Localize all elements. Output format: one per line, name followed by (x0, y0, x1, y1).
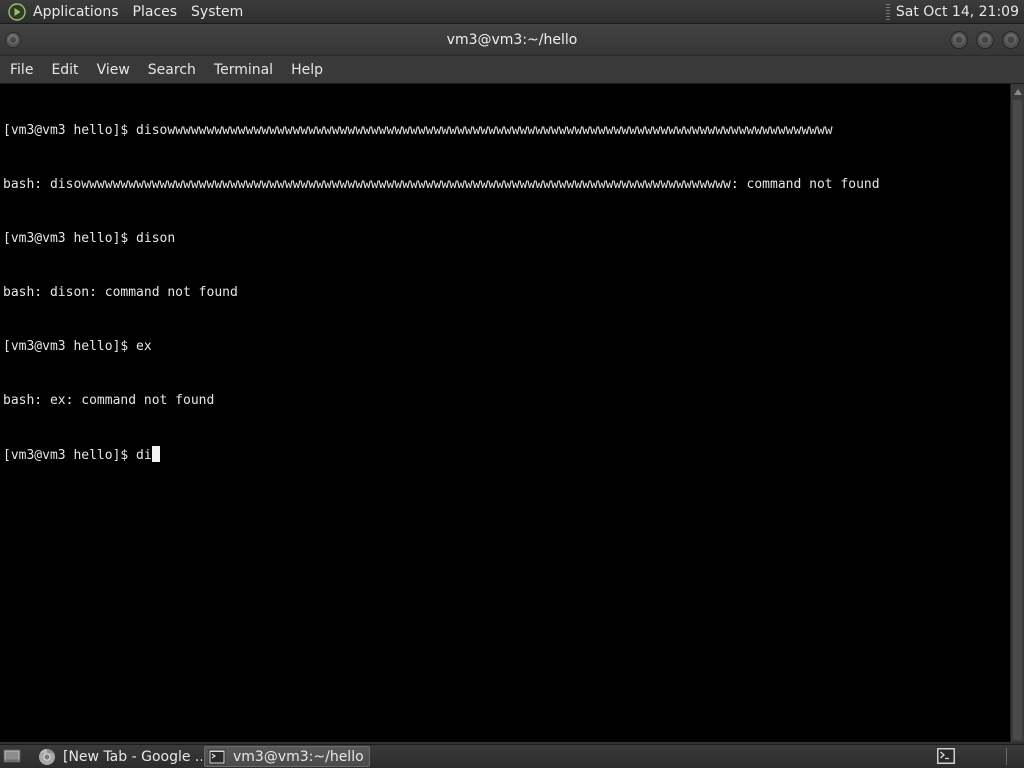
menu-places[interactable]: Places (133, 4, 178, 20)
terminal-line: [vm3@vm3 hello]$ disowwwwwwwwwwwwwwwwwww… (3, 123, 833, 138)
clock[interactable]: Sat Oct 14, 21:09 (896, 4, 1019, 20)
text-cursor (151, 446, 160, 462)
terminal-line: [vm3@vm3 hello]$ dison (3, 231, 176, 246)
taskbar-item-label: vm3@vm3:~/hello (233, 748, 364, 765)
terminal-scrollbar[interactable] (1010, 84, 1024, 742)
tray-terminal-icon[interactable] (936, 747, 956, 765)
scrollbar-thumb[interactable] (1013, 100, 1022, 740)
menu-file[interactable]: File (0, 62, 42, 78)
panel-handle[interactable] (885, 3, 890, 20)
terminal-output: [vm3@vm3 hello]$ disowwwwwwwwwwwwwwwwwww… (3, 86, 880, 500)
applications-logo-icon[interactable] (8, 2, 26, 21)
window-title: vm3@vm3:~/hello (446, 32, 578, 48)
bottom-panel: [New Tab - Google ... vm3@vm3:~/hello (0, 744, 1024, 768)
terminal-prompt-line[interactable]: [vm3@vm3 hello]$ di (3, 446, 880, 464)
terminal-icon (208, 749, 226, 764)
desktop: Applications Places System Sat Oct 14, 2… (0, 0, 1024, 768)
menu-edit[interactable]: Edit (42, 62, 87, 78)
show-desktop-icon[interactable] (3, 748, 21, 764)
menu-applications[interactable]: Applications (33, 4, 119, 20)
terminal-area[interactable]: [vm3@vm3 hello]$ disowwwwwwwwwwwwwwwwwww… (0, 84, 1010, 742)
terminal-prompt: [vm3@vm3 hello]$ di (3, 448, 152, 463)
terminal-line: bash: disowwwwwwwwwwwwwwwwwwwwwwwwwwwwww… (3, 177, 880, 192)
chrome-icon (39, 748, 55, 765)
workspace-switcher[interactable] (1006, 748, 1007, 765)
taskbar-item-chrome[interactable]: [New Tab - Google ... (36, 746, 202, 767)
menu-search[interactable]: Search (139, 62, 205, 78)
menu-view[interactable]: View (88, 62, 139, 78)
taskbar-item-terminal[interactable]: vm3@vm3:~/hello (204, 746, 370, 767)
taskbar-item-label: [New Tab - Google ... (63, 748, 202, 765)
terminal-line: [vm3@vm3 hello]$ ex (3, 339, 152, 354)
scroll-up-arrow-icon[interactable] (1013, 86, 1023, 98)
terminal-line: bash: dison: command not found (3, 285, 238, 300)
top-panel: Applications Places System Sat Oct 14, 2… (0, 0, 1024, 24)
window-titlebar[interactable]: vm3@vm3:~/hello (0, 24, 1024, 56)
maximize-button[interactable] (975, 30, 995, 50)
minimize-button[interactable] (949, 30, 969, 50)
menu-terminal[interactable]: Terminal (205, 62, 282, 78)
menu-system[interactable]: System (191, 4, 243, 20)
menu-help[interactable]: Help (282, 62, 332, 78)
terminal-line: bash: ex: command not found (3, 393, 215, 408)
close-button[interactable] (1001, 30, 1021, 50)
terminal-menubar: File Edit View Search Terminal Help (0, 56, 1024, 84)
